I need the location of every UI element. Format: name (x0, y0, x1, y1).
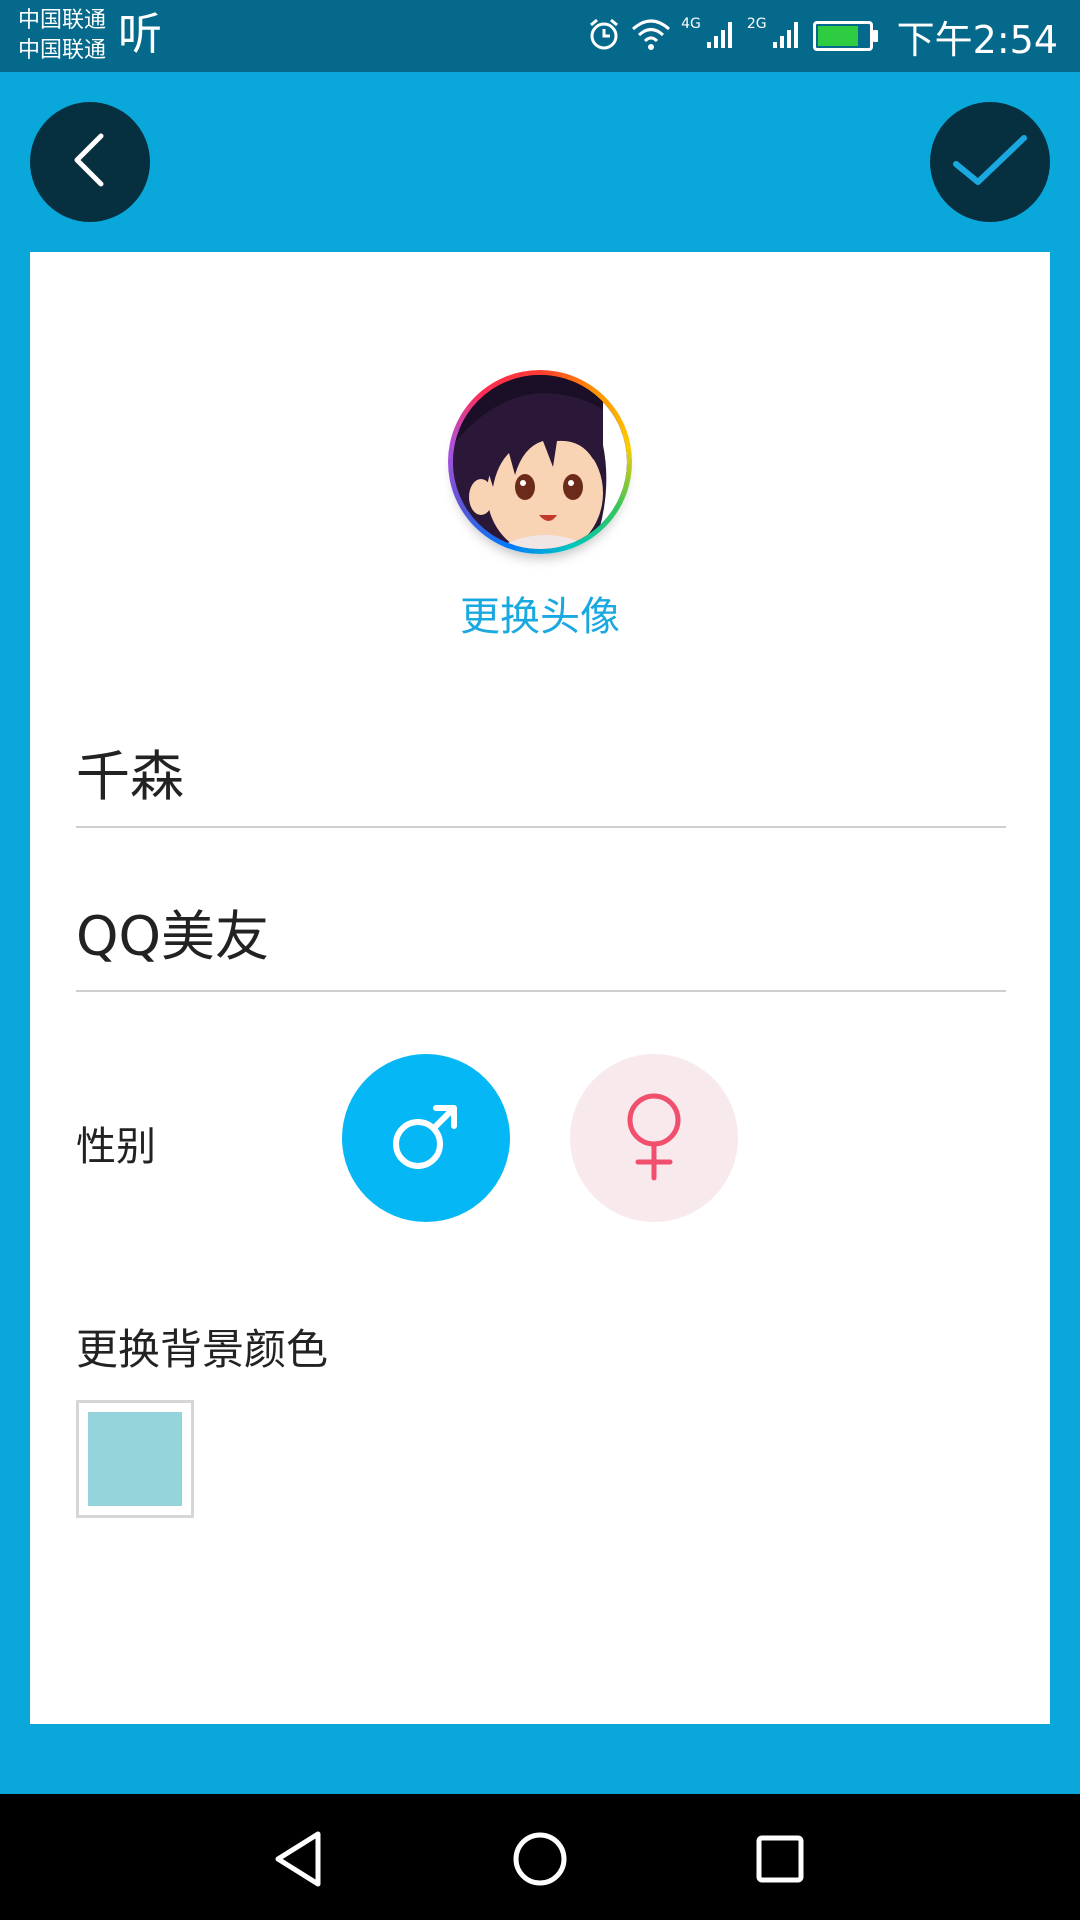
signature-field[interactable]: QQ美友 (76, 892, 1006, 992)
avatar-image (453, 375, 627, 549)
profile-card: 更换头像 千森 QQ美友 性别 更换背景颜色 (30, 252, 1050, 1724)
status-icons: 4G 2G 下午2:54 (587, 10, 1058, 62)
check-icon (950, 130, 1030, 194)
confirm-button[interactable] (930, 102, 1050, 222)
status-time: 下午2:54 (896, 17, 1058, 62)
navigation-bar (0, 1794, 1080, 1920)
signal-icon-1 (705, 18, 737, 54)
male-symbol-icon (386, 1096, 466, 1180)
signal-1-label: 4G (681, 16, 701, 32)
wifi-icon (631, 17, 671, 55)
alarm-icon (587, 17, 621, 55)
home-circle-icon[interactable] (505, 1824, 575, 1894)
background-color-swatch[interactable] (76, 1400, 194, 1518)
gender-female-button[interactable] (570, 1054, 738, 1222)
carrier-info: 中国联通 中国联通 (18, 6, 106, 66)
recents-square-icon[interactable] (745, 1824, 815, 1894)
listen-icon: 听 (118, 9, 162, 60)
carrier-line-2: 中国联通 (18, 38, 107, 63)
battery-icon (812, 21, 878, 51)
avatar[interactable] (448, 370, 632, 554)
signal-2-label: 2G (746, 16, 767, 32)
back-triangle-icon[interactable] (264, 1824, 334, 1894)
change-background-label: 更换背景颜色 (76, 1325, 329, 1374)
nickname-field[interactable]: 千森 (76, 732, 1006, 828)
carrier-line-1: 中国联通 (18, 8, 107, 33)
chevron-left-icon (65, 130, 115, 194)
gender-male-button[interactable] (342, 1054, 510, 1222)
signal-icon-2 (771, 18, 803, 54)
female-symbol-icon (614, 1088, 694, 1188)
back-button[interactable] (30, 102, 150, 222)
gender-label: 性别 (76, 1124, 156, 1170)
change-avatar-link[interactable]: 更换头像 (30, 584, 1050, 642)
status-bar: 中国联通 中国联通 听 4G 2G 下午2:54 (0, 0, 1080, 72)
swatch-color (88, 1412, 182, 1506)
